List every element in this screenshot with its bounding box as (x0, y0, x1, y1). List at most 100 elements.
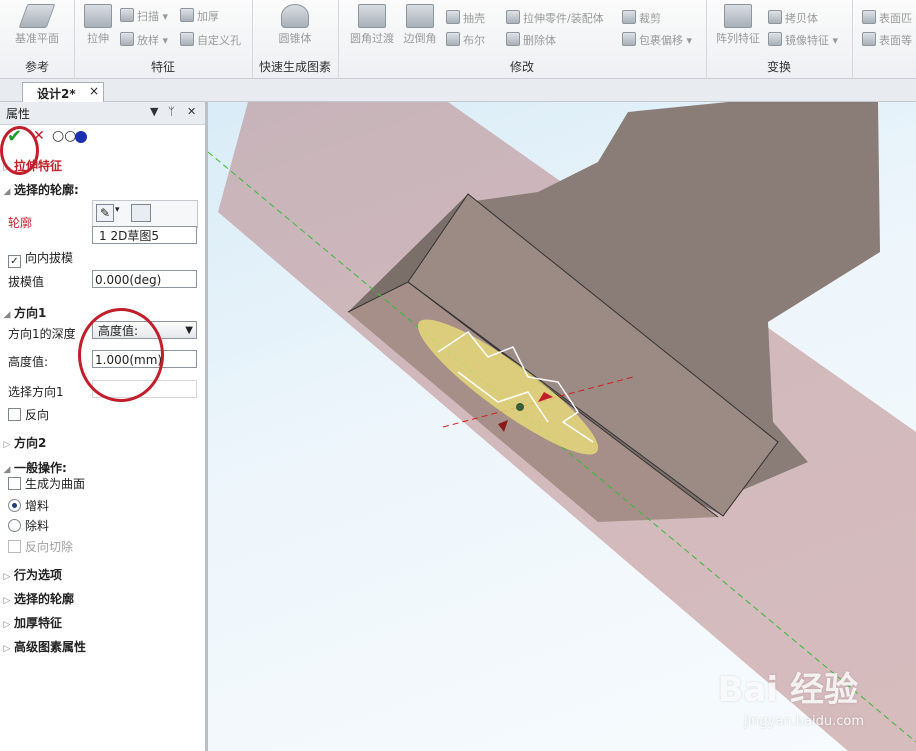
section-label: 高级图素属性 (14, 640, 87, 654)
dropdown-arrow-icon: ▼ (185, 325, 193, 336)
surface-equal-button[interactable]: 表面等 (862, 32, 912, 48)
reverse-label: 反向 (25, 408, 50, 422)
reverse-cut-row[interactable]: 反向切除 (0, 538, 205, 555)
add-material-radio[interactable] (8, 499, 21, 512)
section-label: 方向2 (14, 436, 47, 450)
ribbon-group-surface: 表面匹 表面等 (852, 0, 916, 78)
close-tab-icon[interactable]: × (89, 84, 99, 98)
preview-glasses-icon[interactable]: ○○ (52, 128, 76, 144)
remove-material-label: 除料 (25, 519, 50, 533)
sweep-button[interactable]: 扫描 ▾ (120, 8, 168, 24)
sketch-edit-icon[interactable]: ✎ (96, 204, 114, 222)
section-behavior[interactable]: ▷ 行为选项 (0, 566, 205, 583)
remove-material-radio[interactable] (8, 519, 21, 532)
group-label-quick-solids: 快速生成图素 (258, 60, 331, 74)
as-surface-row[interactable]: 生成为曲面 (0, 475, 205, 492)
add-material-label: 增料 (25, 499, 50, 513)
shell-button[interactable]: 抽壳 (446, 10, 485, 26)
ribbon-group-modify: 圆角过渡 边倒角 抽壳 布尔 拉伸零件/装配体 删除体 裁剪 包裹偏移 ▾ 修改 (338, 0, 707, 78)
section-direction2[interactable]: ▷ 方向2 (0, 434, 205, 451)
plane-icon (18, 4, 56, 28)
3d-viewport[interactable]: Bai 经验 jingyan.baidu.com (208, 102, 916, 751)
inward-draft-label: 向内拔模 (25, 251, 74, 265)
help-dot-icon[interactable] (75, 131, 87, 143)
pattern-button[interactable]: 阵列特征 (712, 2, 764, 46)
extrude-part-icon (506, 10, 520, 24)
trim-button[interactable]: 裁剪 (622, 10, 661, 26)
sweep-icon (120, 8, 134, 22)
panel-close-icon[interactable]: ✕ (187, 105, 196, 118)
watermark-logo: Bai 经验 (717, 670, 858, 710)
document-tab[interactable]: 设计2* × (22, 82, 104, 102)
surface-match-button[interactable]: 表面匹 (862, 10, 912, 26)
wrap-offset-button[interactable]: 包裹偏移 ▾ (622, 32, 692, 48)
pattern-icon (724, 4, 752, 28)
height-label: 高度值: (8, 355, 49, 369)
section-advanced[interactable]: ▷ 高级图素属性 (0, 638, 205, 655)
hole-icon (180, 32, 194, 46)
delete-body-icon (506, 32, 520, 46)
section-selected-profile[interactable]: ◢ 选择的轮廓: (0, 181, 205, 198)
ribbon-group-reference: 基准平面 参考 (0, 0, 75, 78)
panel-title: 属性 (6, 107, 31, 121)
wrap-offset-icon (622, 32, 636, 46)
boolean-button[interactable]: 布尔 (446, 32, 485, 48)
copy-body-icon (768, 10, 782, 24)
annotation-circle-confirm (0, 126, 39, 175)
section-selected-profile-2[interactable]: ▷ 选择的轮廓 (0, 590, 205, 607)
panel-menu-icon[interactable]: ▼ (150, 105, 158, 118)
cone-button[interactable]: 圆锥体 (270, 2, 320, 46)
chamfer-button[interactable]: 边倒角 (400, 2, 440, 46)
ribbon-group-quick-solids: 圆锥体 快速生成图素 (252, 0, 339, 78)
collapse-icon: ◢ (3, 310, 11, 320)
as-surface-checkbox[interactable] (8, 477, 21, 490)
section-label: 一般操作: (14, 461, 67, 475)
group-label-modify: 修改 (509, 60, 534, 74)
watermark-url: jingyan.baidu.com (744, 714, 864, 729)
draft-label: 拔模值 (8, 275, 45, 289)
surface-icon (862, 10, 876, 24)
copy-body-button[interactable]: 拷贝体 (768, 10, 818, 26)
pin-icon[interactable]: ᛘ (168, 105, 175, 118)
remove-material-row[interactable]: 除料 (0, 517, 205, 534)
reverse-row[interactable]: 反向 (0, 406, 205, 423)
handle-origin[interactable] (516, 403, 524, 411)
select-direction1-label: 选择方向1 (8, 385, 64, 399)
section-thicken[interactable]: ▷ 加厚特征 (0, 614, 205, 631)
inward-draft-checkbox[interactable]: ✓ (8, 255, 21, 268)
group-label-feature: 特征 (150, 60, 175, 74)
base-plane-button[interactable]: 基准平面 (8, 2, 66, 46)
scene-svg (208, 102, 916, 751)
inward-draft-row[interactable]: ✓ 向内拔模 (0, 249, 205, 268)
sketch-picture-icon[interactable] (131, 204, 151, 222)
draft-value-input[interactable]: 0.000(deg) (92, 270, 197, 288)
ribbon-toolbar: 基准平面 参考 拉伸 扫描 ▾ 放样 ▾ 加厚 自定义孔 特征 圆锥体 快速生成… (0, 0, 916, 79)
extrude-part-button[interactable]: 拉伸零件/装配体 (506, 10, 604, 26)
ribbon-group-feature: 拉伸 扫描 ▾ 放样 ▾ 加厚 自定义孔 特征 (74, 0, 253, 78)
dropdown-arrow-icon[interactable]: ▾ (115, 205, 120, 215)
reverse-checkbox[interactable] (8, 408, 21, 421)
loft-button[interactable]: 放样 ▾ (120, 32, 168, 48)
profile-list-field[interactable]: 1 2D草图5 (92, 226, 197, 244)
extrude-button[interactable]: 拉伸 (80, 2, 116, 46)
reverse-cut-checkbox[interactable] (8, 540, 21, 553)
extrude-icon (84, 4, 112, 28)
section-label: 选择的轮廓 (14, 592, 75, 606)
add-material-row[interactable]: 增料 (0, 497, 205, 514)
document-tab-bar: 设计2* × (0, 79, 916, 102)
group-label-transform: 变换 (766, 60, 791, 74)
mirror-icon (768, 32, 782, 46)
loft-icon (120, 32, 134, 46)
profile-label: 轮廓 (8, 216, 33, 230)
delete-body-button[interactable]: 删除体 (506, 32, 556, 48)
section-label: 行为选项 (14, 568, 63, 582)
mirror-button[interactable]: 镜像特征 ▾ (768, 32, 838, 48)
fillet-button[interactable]: 圆角过渡 (346, 2, 398, 46)
reverse-cut-label: 反向切除 (25, 540, 74, 554)
expand-icon: ▷ (3, 440, 11, 450)
section-general-operation[interactable]: ◢ 一般操作: (0, 459, 205, 476)
collapse-icon: ◢ (3, 465, 11, 475)
custom-hole-button[interactable]: 自定义孔 (180, 32, 241, 48)
trim-icon (622, 10, 636, 24)
thicken-button[interactable]: 加厚 (180, 8, 219, 24)
